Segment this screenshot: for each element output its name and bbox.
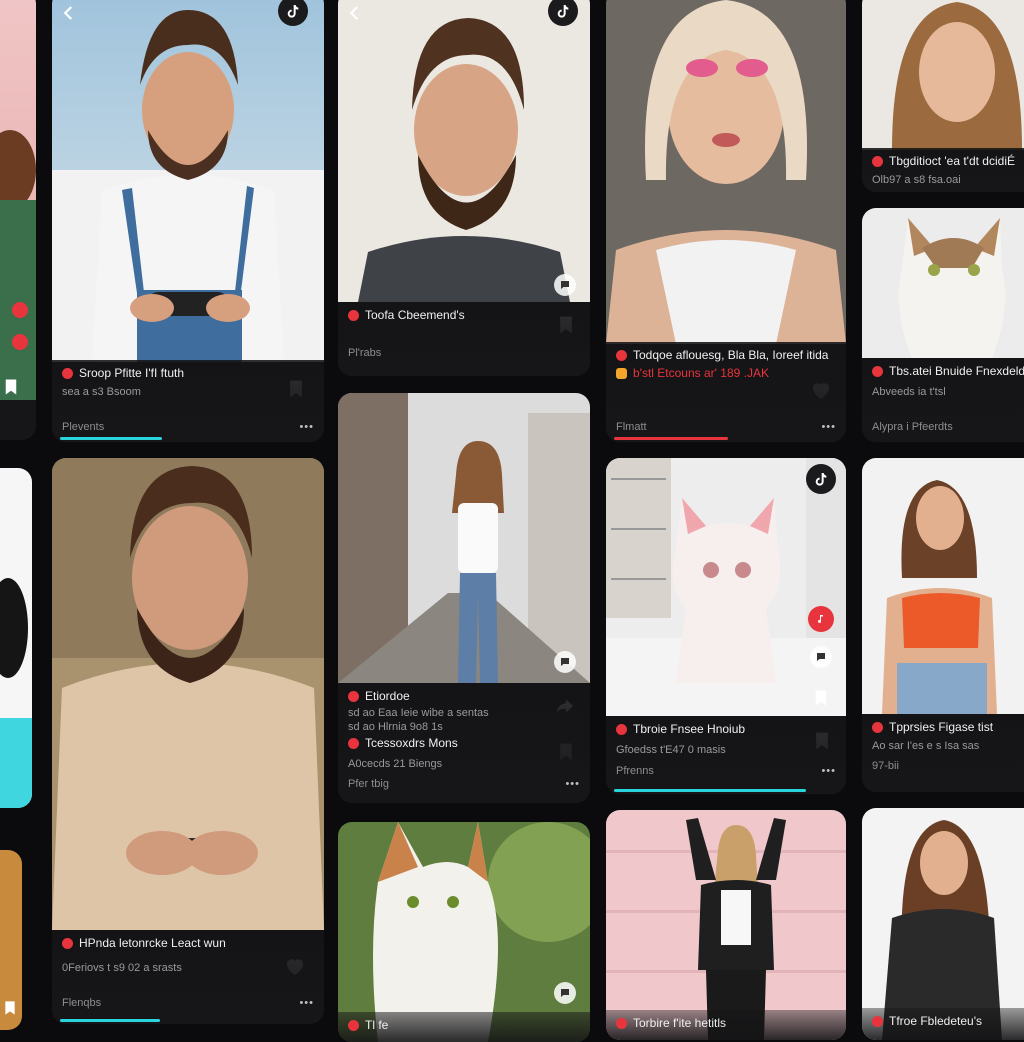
card-footer-label: 97-bii [872, 760, 899, 772]
video-card-man-portrait[interactable]: Toofa Cbeemend's Pl'rabs [338, 0, 590, 376]
video-card-street-woman[interactable]: Etiordoe sd ao Eaa Ieie wibe a sentas sd… [338, 393, 590, 803]
video-card-woman-portrait[interactable]: Tbgditioct 'ea t'dt dcidiÉ Olb97 a s8 fs… [862, 0, 1024, 192]
red-badge-icon [348, 737, 359, 749]
progress-bar [60, 1019, 160, 1022]
red-badge-icon [348, 690, 359, 702]
red-badge-icon [872, 155, 883, 167]
red-badge-icon [872, 721, 883, 733]
progress-bar [614, 437, 728, 440]
comment-icon[interactable] [554, 274, 576, 296]
card-footer-label: Pl'rabs [348, 347, 382, 359]
card-title: Etiordoe [365, 689, 410, 703]
video-card-pink-cat[interactable]: Tbroie Fnsee Hnoiub Gfoedss t'E47 0 masi… [606, 458, 846, 794]
video-card-partial-mid[interactable] [0, 468, 32, 808]
more-dots-icon[interactable]: ••• [299, 997, 314, 1009]
music-disc-icon[interactable] [808, 606, 834, 632]
card-footer-label: Plevents [62, 421, 105, 433]
yellow-badge-icon [616, 367, 627, 379]
red-badge-icon [616, 1017, 627, 1029]
chevron-left-icon[interactable] [60, 4, 78, 22]
card-title: Tbroie Fnsee Hnoiub [633, 722, 746, 736]
red-badge-icon [62, 367, 73, 379]
card-footer-label: Flmatt [616, 421, 647, 433]
card-meta: 0Feriovs t s9 02 a srasts [62, 962, 182, 974]
video-card-lace-top[interactable]: Tfroe Fbledeteu's [862, 808, 1024, 1040]
video-card-gamer-overalls[interactable]: Sroop Pfitte I'fI ftuth sea a s3 Bsoom P… [52, 0, 324, 442]
more-dots-icon[interactable]: ••• [821, 421, 836, 433]
comment-icon[interactable] [554, 651, 576, 673]
card-title: Todqoe aflouesg, Bla Bla, Ioreef itida [633, 348, 829, 362]
video-card-partial-top[interactable] [0, 0, 36, 440]
card-title: Tfroe Fbledeteu's [889, 1014, 983, 1028]
card-meta: Ao sar I'es e s Isa sas [872, 740, 980, 752]
card-title: HPnda letonrcke Leact wun [79, 936, 226, 950]
card-meta: b'stl Etcouns ar' 189 .JAK [633, 366, 769, 380]
card-meta: Abveeds ia t'tsl [872, 386, 946, 398]
progress-bar [60, 437, 162, 440]
bookmark-icon[interactable] [2, 378, 20, 396]
red-badge-icon [616, 723, 627, 735]
video-card-tabby-cat[interactable]: Tbs.atei Bnuide Fnexdeld; Abveeds ia t't… [862, 208, 1024, 442]
card-footer-label: Flenqbs [62, 997, 102, 1009]
video-card-man-controller[interactable]: HPnda letonrcke Leact wun 0Feriovs t s9 … [52, 458, 324, 1024]
video-card-leather-jacket[interactable]: Torbire f'ite hetitls [606, 810, 846, 1040]
red-badge-icon [872, 365, 883, 377]
card-subtitle: Tcessoxdrs Mons [365, 736, 458, 750]
card-title: Toofa Cbeemend's [365, 308, 465, 322]
tiktok-icon[interactable] [806, 464, 836, 494]
red-badge-icon [62, 937, 73, 949]
card-meta: sea a s3 Bsoom [62, 386, 141, 398]
video-card-orange-top[interactable]: Tpprsies Figase tist Ao sar I'es e s Isa… [862, 458, 1024, 792]
video-card-cat-outdoor[interactable]: Tl fe [338, 822, 590, 1042]
chevron-left-icon[interactable] [346, 4, 364, 22]
card-footer-label: Pfrenns [616, 765, 654, 777]
card-title: Tpprsies Figase tist [889, 720, 994, 734]
red-badge-icon [616, 349, 627, 361]
card-footer-label: Pfer tbig [348, 778, 389, 790]
comment-icon[interactable] [554, 982, 576, 1004]
bookmark-icon[interactable] [2, 1000, 18, 1016]
card-title: Tbgditioct 'ea t'dt dcidiÉ [889, 154, 1015, 168]
card-title: Torbire f'ite hetitls [633, 1016, 726, 1030]
more-dots-icon[interactable]: ••• [565, 778, 580, 790]
card-meta: Olb97 a s8 fsa.oai [872, 174, 961, 186]
card-meta: sd ao Hlrnia 9o8 1s [348, 721, 443, 733]
progress-bar [614, 789, 806, 792]
more-dots-icon[interactable]: ••• [821, 765, 836, 777]
red-badge-icon [348, 1019, 359, 1031]
card-meta: Gfoedss t'E47 0 masis [616, 744, 726, 756]
video-card-partial-bottom[interactable] [0, 850, 22, 1030]
video-card-bob-makeup[interactable]: Todqoe aflouesg, Bla Bla, Ioreef itida b… [606, 0, 846, 442]
card-title: Tl fe [365, 1018, 389, 1032]
bookmark-icon[interactable] [812, 688, 830, 708]
card-title: Tbs.atei Bnuide Fnexdeld; [889, 364, 1024, 378]
card-meta: sd ao Eaa Ieie wibe a sentas [348, 707, 489, 719]
comment-icon[interactable] [810, 646, 832, 668]
red-badge-icon [348, 309, 359, 321]
red-badge-icon [872, 1015, 883, 1027]
more-dots-icon[interactable]: ••• [299, 421, 314, 433]
card-footer-label: Alypra i Pfeerdts [872, 421, 953, 433]
card-title: Sroop Pfitte I'fI ftuth [79, 366, 185, 380]
